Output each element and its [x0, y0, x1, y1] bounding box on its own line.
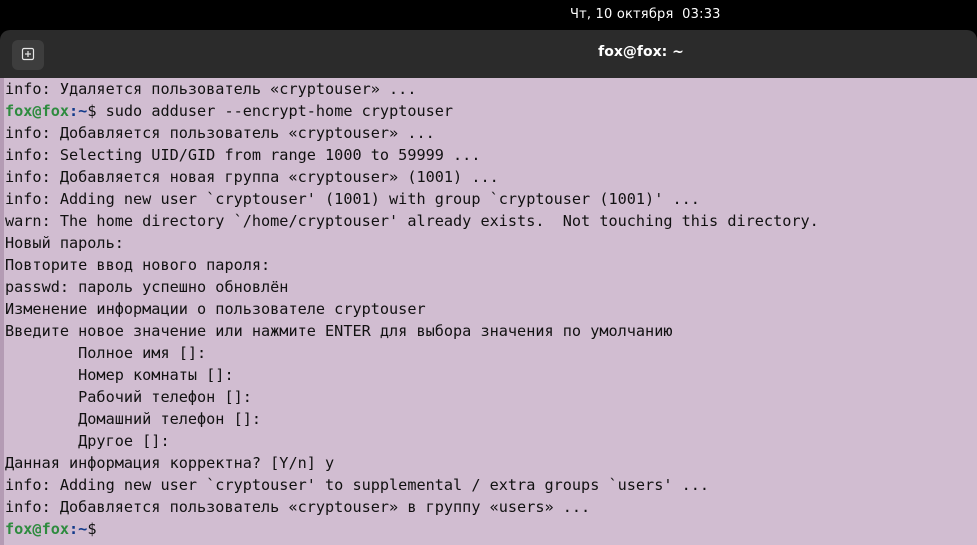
terminal-line: Изменение информации о пользователе cryp… — [5, 298, 819, 320]
terminal-line: info: Добавляется новая группа «cryptous… — [5, 166, 819, 188]
terminal-line: Новый пароль: — [5, 232, 819, 254]
line-text: Новый пароль: — [5, 234, 124, 252]
prompt-path: :~ — [69, 520, 88, 538]
terminal-line: Повторите ввод нового пароля: — [5, 254, 819, 276]
line-text: info: Adding new user `cryptouser' to su… — [5, 476, 710, 494]
prompt-path: :~ — [69, 102, 88, 120]
terminal-line: Другое []: — [5, 430, 819, 452]
terminal-line: Домашний телефон []: — [5, 408, 819, 430]
terminal-line: Рабочий телефон []: — [5, 386, 819, 408]
line-text: info: Adding new user `cryptouser' (1001… — [5, 190, 700, 208]
prompt-user: fox@fox — [5, 520, 70, 538]
line-text: Полное имя []: — [5, 344, 207, 362]
line-text: Другое []: — [5, 432, 170, 450]
clock[interactable]: Чт, 10 октября 03:33 — [570, 7, 721, 22]
line-text: Домашний телефон []: — [5, 410, 262, 428]
line-text: passwd: пароль успешно обновлён — [5, 278, 289, 296]
terminal-lines: info: Удаляется пользователь «cryptouser… — [5, 78, 819, 540]
line-text: sudo adduser --encrypt-home cryptouser — [96, 102, 454, 120]
prompt-user: fox@fox — [5, 102, 70, 120]
terminal-line: info: Добавляется пользователь «cryptous… — [5, 496, 819, 518]
window-title: fox@fox: ~ — [598, 44, 684, 60]
terminal-line: info: Adding new user `cryptouser' to su… — [5, 474, 819, 496]
terminal-line: Введите новое значение или нажмите ENTER… — [5, 320, 819, 342]
terminal-line: warn: The home directory `/home/cryptous… — [5, 210, 819, 232]
line-text: Введите новое значение или нажмите ENTER… — [5, 322, 673, 340]
terminal-line: info: Selecting UID/GID from range 1000 … — [5, 144, 819, 166]
terminal-line: passwd: пароль успешно обновлён — [5, 276, 819, 298]
line-text: Данная информация корректна? [Y/n] y — [5, 454, 335, 472]
terminal-line: Данная информация корректна? [Y/n] y — [5, 452, 819, 474]
terminal-line: Полное имя []: — [5, 342, 819, 364]
terminal-prompt-line: fox@fox:~$ sudo adduser --encrypt-home c… — [5, 100, 819, 122]
top-bar: Чт, 10 октября 03:33 — [0, 0, 977, 30]
terminal-line: info: Удаляется пользователь «cryptouser… — [5, 78, 819, 100]
line-text: info: Добавляется пользователь «cryptous… — [5, 124, 435, 142]
line-text: Номер комнаты []: — [5, 366, 234, 384]
line-text: Рабочий телефон []: — [5, 388, 252, 406]
terminal-prompt-line: fox@fox:~$ — [5, 518, 819, 540]
line-text: warn: The home directory `/home/cryptous… — [5, 212, 819, 230]
terminal-titlebar: fox@fox: ~ — [0, 30, 977, 78]
line-text: Повторите ввод нового пароля: — [5, 256, 271, 274]
line-text: info: Удаляется пользователь «cryptouser… — [5, 80, 417, 98]
terminal-line: Номер комнаты []: — [5, 364, 819, 386]
line-text: info: Selecting UID/GID from range 1000 … — [5, 146, 481, 164]
prompt-symbol: $ — [87, 520, 97, 538]
terminal-output[interactable]: info: Удаляется пользователь «cryptouser… — [0, 78, 977, 545]
line-text: Изменение информации о пользователе cryp… — [5, 300, 426, 318]
terminal-line: info: Добавляется пользователь «cryptous… — [5, 122, 819, 144]
line-text: info: Добавляется пользователь «cryptous… — [5, 498, 591, 516]
terminal-line: info: Adding new user `cryptouser' (1001… — [5, 188, 819, 210]
line-text: info: Добавляется новая группа «cryptous… — [5, 168, 499, 186]
